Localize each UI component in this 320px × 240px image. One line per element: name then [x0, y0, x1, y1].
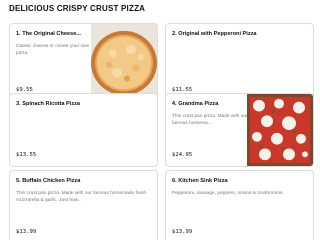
menu-item-card[interactable]: 4. Grandma Pizza Thin crust pan pizza. M…: [165, 93, 314, 167]
item-description: Classic cheese or create your own pizza.: [16, 44, 90, 56]
item-price: $24.95: [172, 152, 193, 158]
menu-item-card[interactable]: 6. Kitchen Sink Pizza Pepperoni, sausage…: [165, 170, 314, 240]
menu-item-card[interactable]: 5. Buffalo Chicken Pizza Thin crust pan …: [9, 170, 158, 240]
item-name: 1. The Original Cheese...: [16, 31, 81, 37]
item-price: $13.99: [172, 229, 193, 235]
item-name: 2. Original with Pepperoni Pizza: [172, 31, 257, 37]
item-description: Pepperoni, sausage, peppers, onions & mu…: [172, 191, 284, 196]
menu-item-card[interactable]: 3. Spinach Ricotta Pizza $13.55: [9, 93, 158, 167]
item-name: 4. Grandma Pizza: [172, 101, 219, 107]
section-title: DELICIOUS CRISPY CRUST PIZZA: [9, 4, 146, 13]
item-name: 5. Buffalo Chicken Pizza: [16, 178, 81, 184]
item-price: $13.99: [16, 229, 37, 235]
item-price: $13.55: [16, 152, 37, 158]
item-description: Thin crust pan pizza. Made with our famo…: [16, 191, 147, 203]
item-name: 6. Kitchen Sink Pizza: [172, 178, 228, 184]
cheese-pizza-image[interactable]: [91, 24, 157, 101]
item-name: 3. Spinach Ricotta Pizza: [16, 101, 81, 107]
item-description: Thin crust pan pizza. Made with our famo…: [172, 114, 248, 126]
menu-item-card[interactable]: 2. Original with Pepperoni Pizza $11.55: [165, 23, 314, 102]
grandma-pizza-image[interactable]: [247, 94, 313, 166]
menu-item-card[interactable]: 1. The Original Cheese... Classic cheese…: [9, 23, 158, 102]
